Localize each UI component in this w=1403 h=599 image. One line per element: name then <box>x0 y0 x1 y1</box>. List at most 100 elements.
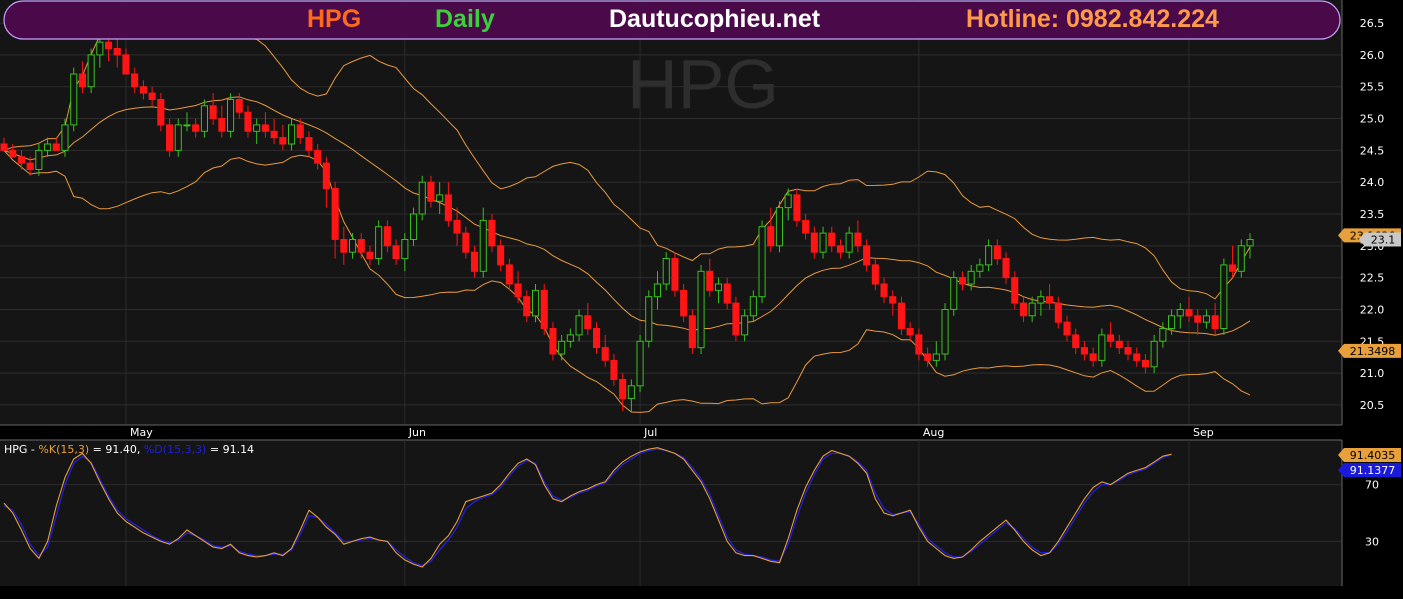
candle-down <box>131 73 139 88</box>
candle-up <box>1220 264 1228 329</box>
bottom-strip <box>0 586 1403 599</box>
candle-up <box>1037 296 1045 304</box>
candle-up <box>375 226 383 259</box>
candle-up <box>349 239 357 253</box>
candle-down <box>767 226 775 247</box>
candle-up <box>436 194 444 202</box>
candle-up <box>1176 309 1184 317</box>
candle-down <box>601 347 609 361</box>
price-pane: HPG 26.526.025.525.024.524.023.523.022.5… <box>0 0 1401 425</box>
candle-down <box>854 232 862 247</box>
time-label: Jun <box>408 426 426 439</box>
price-tick-label: 24.5 <box>1360 144 1385 157</box>
candle-down <box>906 328 914 336</box>
price-tick-label: 26.0 <box>1360 49 1385 62</box>
candle-up <box>749 296 757 317</box>
candle-down <box>1063 321 1071 336</box>
candle-down <box>0 143 8 151</box>
candle-down <box>1229 264 1237 272</box>
candle-up <box>96 41 104 56</box>
candle-up <box>941 309 949 355</box>
candle-up <box>1159 328 1167 342</box>
candle-down <box>619 379 627 400</box>
candle-down <box>296 124 304 139</box>
time-label: Aug <box>923 426 944 439</box>
candle-up <box>174 124 182 151</box>
candle-up <box>575 315 583 336</box>
banner-symbol: HPG <box>307 5 361 33</box>
candle-down <box>723 283 731 304</box>
time-label: May <box>130 426 153 439</box>
price-tick-label: 24.0 <box>1360 176 1385 189</box>
candle-down <box>836 245 845 253</box>
candle-down <box>192 124 200 132</box>
price-tick-label: 26.5 <box>1360 17 1385 30</box>
price-tick-label: 22.0 <box>1360 303 1385 316</box>
price-tick-label: 23.5 <box>1360 208 1385 221</box>
candle-up <box>1150 340 1158 368</box>
candle-up <box>253 124 261 132</box>
candle-down <box>1080 347 1089 355</box>
legend-prefix: HPG - <box>4 443 38 456</box>
candle-down <box>897 302 906 330</box>
oscillator-tick-label: 30 <box>1365 535 1379 548</box>
candle-up <box>985 245 993 266</box>
candle-down <box>593 328 601 349</box>
oscillator-pane-background <box>0 440 1342 586</box>
candle-down <box>357 239 365 253</box>
candle-up <box>1098 334 1106 361</box>
candle-down <box>383 226 391 247</box>
candle-down <box>209 105 217 120</box>
candle-up <box>87 54 95 88</box>
candle-down <box>218 118 226 132</box>
candle-up <box>1168 315 1176 329</box>
candle-up <box>1202 315 1211 323</box>
candle-down <box>549 328 557 355</box>
legend-k-value: = 91.40, <box>89 443 144 456</box>
candle-down <box>322 162 330 190</box>
candle-down <box>584 315 592 329</box>
candle-down <box>166 124 174 151</box>
candle-down <box>1019 302 1028 317</box>
time-label: Jul <box>643 426 657 439</box>
candle-up <box>200 105 208 132</box>
oscillator-tick-label: 70 <box>1365 479 1379 492</box>
candle-down <box>105 41 113 50</box>
candle-down <box>924 353 932 361</box>
price-tick-label: 21.0 <box>1360 367 1385 380</box>
candle-down <box>444 194 452 221</box>
candle-up <box>653 283 662 298</box>
candle-down <box>993 245 1001 260</box>
candle-up <box>532 289 540 317</box>
candle-up <box>183 124 191 127</box>
candle-down <box>1046 296 1054 304</box>
candle-down <box>314 149 322 164</box>
candle-down <box>1194 315 1202 323</box>
candle-down <box>453 219 461 234</box>
candle-up <box>976 264 984 272</box>
candle-down <box>1115 340 1123 349</box>
chart-stage: HPG 26.526.025.525.024.524.023.523.022.5… <box>0 0 1403 599</box>
candle-down <box>26 162 34 171</box>
candle-up <box>418 181 426 215</box>
candle-down <box>889 296 897 304</box>
candle-up <box>566 334 574 342</box>
banner-site: Dautucophieu.net <box>609 5 821 33</box>
candle-up <box>1237 245 1245 272</box>
time-axis-background <box>0 425 1342 439</box>
candle-up <box>819 232 827 253</box>
time-axis: MayJunJulAugSepOctNov <box>0 424 1342 439</box>
candle-up <box>479 219 487 272</box>
candle-down <box>1107 334 1115 342</box>
candle-down <box>1185 309 1193 317</box>
candle-up <box>410 213 418 240</box>
candle-down <box>1211 315 1219 329</box>
candle-down <box>863 245 871 266</box>
candle-down <box>880 283 888 298</box>
candle-down <box>514 283 522 298</box>
candle-down <box>235 99 243 113</box>
candle-down <box>732 302 740 336</box>
legend-k-label: %K(15,3) <box>38 443 89 456</box>
candle-down <box>1089 353 1097 361</box>
price-tick-label: 25.0 <box>1360 113 1385 126</box>
